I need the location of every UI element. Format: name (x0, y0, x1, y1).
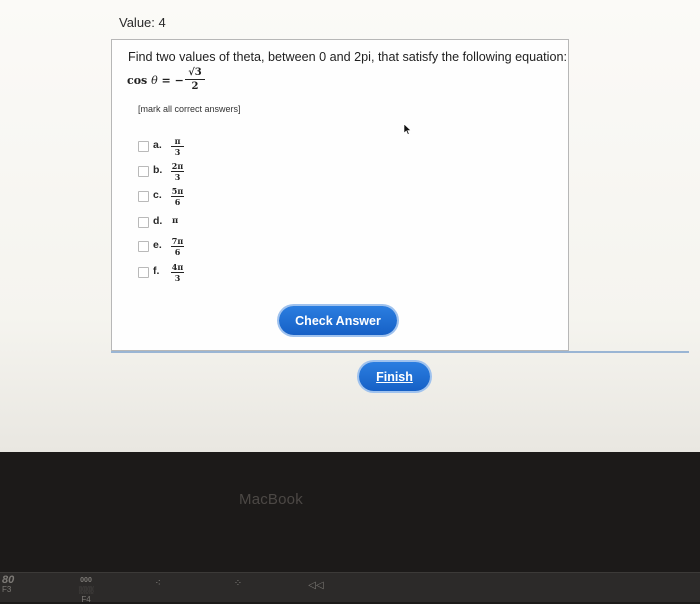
option-a-checkbox[interactable] (138, 141, 149, 152)
option-e-checkbox[interactable] (138, 241, 149, 252)
option-d-checkbox[interactable] (138, 217, 149, 228)
option-e-value: 7π 6 (171, 236, 184, 257)
question-text: Find two values of theta, between 0 and … (128, 50, 567, 64)
f7-key[interactable]: ◁◁ (308, 580, 324, 591)
f3-key[interactable]: 80 F3 (2, 575, 22, 595)
f3-key-label: F3 (2, 585, 12, 594)
question-card: Find two values of theta, between 0 and … (111, 39, 569, 351)
keyboard-light-down-icon: ⁖ (155, 578, 161, 589)
f4-key[interactable]: 000 ░░░ F4 (76, 575, 96, 604)
keyboard-light-up-icon: ⁘ (233, 578, 243, 589)
f6-key[interactable]: ⁘ (230, 578, 246, 589)
f5-key[interactable]: ⁖ (150, 578, 166, 589)
option-f-value: 4π 3 (171, 262, 184, 283)
laptop-brand-logo: MacBook (239, 491, 303, 508)
rewind-icon: ◁◁ (308, 580, 324, 591)
equation-fraction: √3 2 (185, 67, 205, 92)
instruction-text: [mark all correct answers] (138, 104, 241, 114)
equation-lhs: cos θ = − (127, 74, 184, 87)
option-c-checkbox[interactable] (138, 191, 149, 202)
option-e-letter: e. (153, 239, 162, 251)
launchpad-icon: 000 (80, 577, 92, 584)
option-b-letter: b. (153, 164, 163, 176)
mouse-pointer-icon (404, 124, 412, 135)
keyboard-function-row: 80 F3 000 ░░░ F4 ⁖ ⁘ ◁◁ (0, 572, 700, 604)
option-a-value: π3 (171, 136, 184, 157)
f4-key-label: F4 (81, 595, 91, 604)
option-c-letter: c. (153, 189, 162, 201)
browser-screen: Value: 4 Find two values of theta, betwe… (0, 0, 700, 452)
option-a-letter: a. (153, 139, 162, 151)
option-d-value: π (172, 216, 179, 226)
option-f-checkbox[interactable] (138, 267, 149, 278)
option-b-checkbox[interactable] (138, 166, 149, 177)
section-divider (111, 351, 689, 353)
launchpad-icon-row: ░░░ (78, 587, 94, 594)
option-f-letter: f. (153, 265, 160, 277)
check-answer-button[interactable]: Check Answer (279, 306, 397, 335)
option-c-value: 5π 6 (171, 186, 184, 207)
value-label: Value: 4 (119, 15, 166, 30)
finish-button[interactable]: Finish (359, 362, 430, 391)
option-b-value: 2π 3 (171, 161, 184, 182)
option-d-letter: d. (153, 215, 163, 227)
